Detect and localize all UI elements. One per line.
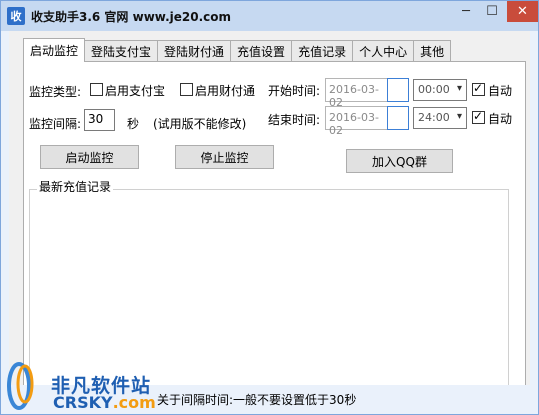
recharge-log-list[interactable] (31, 192, 508, 395)
site-logo-icon (7, 362, 34, 410)
trial-note: (试用版不能修改) (153, 117, 247, 131)
chevron-down-icon: ▾ (456, 111, 462, 122)
end-time-label: 结束时间: (268, 113, 321, 127)
end-auto-label[interactable]: 自动 (488, 110, 512, 127)
start-time-label: 开始时间: (268, 84, 321, 98)
end-date-spin[interactable] (387, 106, 409, 130)
start-date-spin[interactable] (387, 78, 409, 102)
interval-label: 监控间隔: (29, 117, 82, 131)
start-time-select[interactable]: 00:00 ▾ (413, 79, 467, 101)
chevron-down-icon: ▾ (456, 83, 462, 94)
tab-login-alipay[interactable]: 登陆支付宝 (84, 40, 159, 62)
end-time-select[interactable]: 24:00 ▾ (413, 107, 467, 129)
app-window: 收 收支助手3.6 官网 www.je20.com ─ ☐ ✕ 启动监控 登陆支… (0, 0, 539, 415)
tab-strip: 启动监控 登陆支付宝 登陆财付通 充值设置 充值记录 个人中心 其他 (23, 38, 452, 62)
alipay-checkbox[interactable] (90, 83, 103, 96)
start-date-input[interactable]: 2016-03-02 (325, 78, 388, 109)
watermark-en-suffix: .com (112, 393, 156, 412)
window-title: 收支助手3.6 官网 www.je20.com (31, 10, 232, 24)
app-icon: 收 (7, 7, 25, 25)
interval-hint: 关于间隔时间:一般不要设置低于30秒 (157, 393, 357, 407)
alipay-checkbox-label[interactable]: 启用支付宝 (105, 82, 165, 99)
start-auto-checkbox[interactable] (472, 81, 485, 96)
start-monitor-button[interactable]: 启动监控 (40, 145, 139, 169)
end-auto-checkbox[interactable] (472, 109, 485, 124)
tab-recharge-records[interactable]: 充值记录 (291, 40, 354, 62)
minimize-button[interactable]: ─ (453, 1, 479, 22)
end-date-input[interactable]: 2016-03-02 (325, 106, 388, 137)
tab-recharge-settings[interactable]: 充值设置 (230, 40, 293, 62)
stop-monitor-button[interactable]: 停止监控 (175, 145, 274, 169)
watermark-en-main: CRSKY (53, 393, 113, 412)
maximize-button[interactable]: ☐ (479, 1, 505, 22)
watermark-en: CRSKY.com (53, 393, 156, 412)
end-time-value: 24:00 (418, 111, 450, 124)
interval-input[interactable]: 30 (84, 109, 115, 131)
tab-start-monitor[interactable]: 启动监控 (23, 38, 86, 62)
tenpay-checkbox-label[interactable]: 启用财付通 (195, 82, 255, 99)
title-bar[interactable]: 收 收支助手3.6 官网 www.je20.com ─ ☐ ✕ (1, 1, 538, 31)
tab-login-tenpay[interactable]: 登陆财付通 (157, 40, 232, 62)
tenpay-checkbox[interactable] (180, 83, 193, 96)
monitor-type-label: 监控类型: (29, 85, 82, 99)
start-auto-label[interactable]: 自动 (488, 82, 512, 99)
close-button[interactable]: ✕ (507, 1, 538, 22)
start-time-value: 00:00 (418, 83, 450, 96)
join-qq-group-button[interactable]: 加入QQ群 (346, 149, 453, 173)
seconds-label: 秒 (127, 117, 140, 131)
tab-other[interactable]: 其他 (413, 40, 452, 62)
client-area: 启动监控 登陆支付宝 登陆财付通 充值设置 充值记录 个人中心 其他 监控类型:… (9, 31, 530, 408)
tab-personal-center[interactable]: 个人中心 (352, 40, 415, 62)
